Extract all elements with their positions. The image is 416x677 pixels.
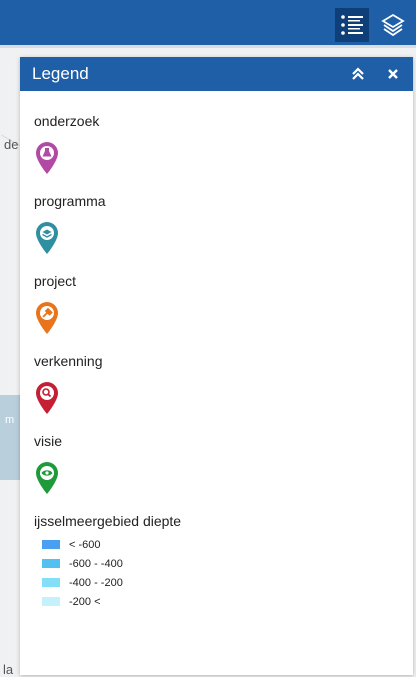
legend-tool-button[interactable] [335,8,369,42]
legend-layer-project: project [34,273,413,335]
list-icon [341,15,363,35]
layer-title: visie [34,433,63,449]
layers-icon [381,13,405,37]
layer-title: verkenning [34,353,103,369]
map-label-fragment: m [5,414,15,426]
tools-marker-icon [36,302,58,334]
legend-range-row: -400 - -200 [42,573,413,592]
legend-range-row: -600 - -400 [42,554,413,573]
eye-marker-icon [36,462,58,494]
legend-layer-depth: ijsselmeergebied diepte < -600 -600 - -4… [34,513,413,611]
range-swatch [42,597,60,606]
flask-marker-icon [36,142,58,174]
legend-header: Legend [20,57,413,91]
layer-title: project [34,273,77,289]
double-chevron-up-icon [352,67,364,80]
legend-layer-verkenning: verkenning [34,353,413,415]
magnifier-marker-icon [36,382,58,414]
legend-layer-visie: visie [34,433,413,495]
range-swatch [42,559,60,568]
close-button[interactable] [378,57,408,91]
range-label: < -600 [69,538,101,551]
map-label-fragment: de [4,137,19,152]
collapse-button[interactable] [343,57,373,91]
toolbar-divider [0,45,416,48]
range-label: -200 < [69,595,101,608]
map-water-strip [0,395,20,480]
layers-tool-button[interactable] [376,8,410,42]
legend-range-row: -200 < [42,592,413,611]
layer-title: ijsselmeergebied diepte [34,513,182,529]
legend-layer-onderzoek: onderzoek [34,113,413,175]
layer-title: onderzoek [34,113,100,129]
range-label: -600 - -400 [69,557,123,570]
close-icon [388,69,398,79]
legend-layer-programma: programma [34,193,413,255]
range-swatch [42,540,60,549]
legend-panel: Legend onderzoek programma project verke… [20,57,413,675]
layer-title: programma [34,193,106,209]
range-swatch [42,578,60,587]
legend-body: onderzoek programma project verkenning v… [20,91,413,611]
top-toolbar [0,0,416,48]
legend-title: Legend [32,64,89,83]
legend-range-row: < -600 [42,535,413,554]
stack-marker-icon [36,222,58,254]
range-label: -400 - -200 [69,576,123,589]
